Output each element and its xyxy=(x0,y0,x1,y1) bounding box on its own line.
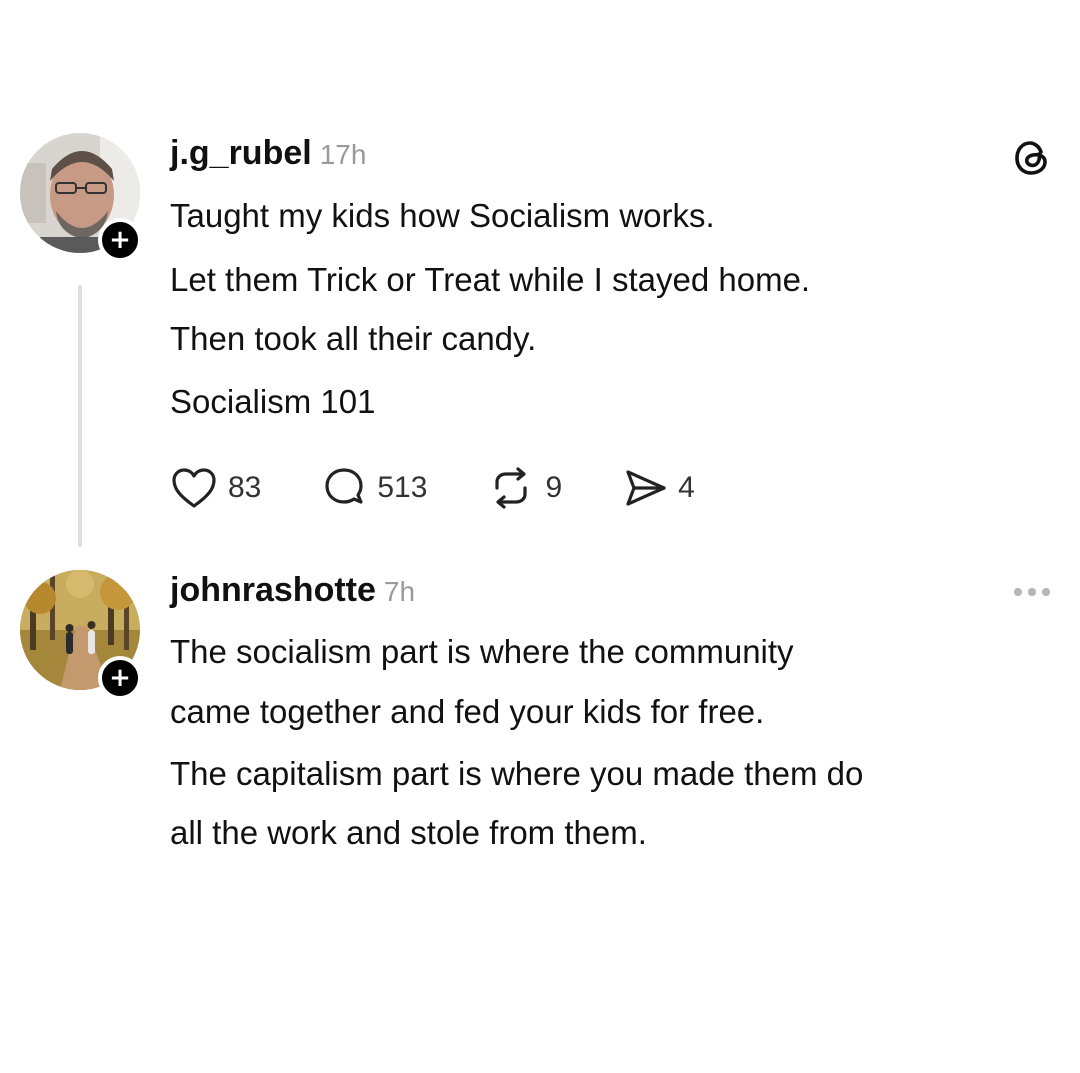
post-line: all the work and stole from them. xyxy=(170,814,647,851)
reply-button[interactable]: 513 xyxy=(321,466,427,510)
post-reply: + johnrashotte 7h The socialism part is … xyxy=(0,560,1080,900)
send-icon xyxy=(626,470,666,506)
heart-icon xyxy=(172,468,216,508)
repost-button[interactable]: 9 xyxy=(487,466,562,510)
comment-icon xyxy=(325,468,363,504)
post-original: + j.g_rubel 17h Taught my kids how Socia… xyxy=(0,0,1080,560)
like-count: 83 xyxy=(228,471,262,504)
repost-icon xyxy=(495,467,528,509)
threads-logo-icon[interactable] xyxy=(1012,138,1052,178)
repost-count: 9 xyxy=(545,471,563,504)
thread-connector-line xyxy=(78,285,82,547)
action-bar: 83 513 9 4 xyxy=(170,466,755,510)
post-line: Let them Trick or Treat while I stayed h… xyxy=(170,261,811,298)
follow-button[interactable]: + xyxy=(98,656,142,700)
post-line: The socialism part is where the communit… xyxy=(170,633,794,670)
share-button[interactable]: 4 xyxy=(622,466,695,510)
username[interactable]: johnrashotte xyxy=(170,571,376,610)
more-options-icon[interactable] xyxy=(1014,588,1050,596)
post-line: The capitalism part is where you made th… xyxy=(170,755,864,792)
follow-button[interactable]: + xyxy=(98,218,142,262)
post-line: Socialism 101 xyxy=(170,383,376,420)
reply-count: 513 xyxy=(377,471,428,504)
share-count: 4 xyxy=(678,471,695,504)
post-header: j.g_rubel 17h xyxy=(170,134,366,173)
like-button[interactable]: 83 xyxy=(170,466,261,510)
timestamp: 7h xyxy=(383,576,416,607)
username[interactable]: j.g_rubel xyxy=(170,134,312,173)
post-line: Then took all their candy. xyxy=(170,320,537,357)
timestamp: 17h xyxy=(319,139,367,170)
post-header: johnrashotte 7h xyxy=(170,571,415,610)
post-line: Taught my kids how Socialism works. xyxy=(170,197,715,234)
post-line: came together and fed your kids for free… xyxy=(170,693,765,730)
